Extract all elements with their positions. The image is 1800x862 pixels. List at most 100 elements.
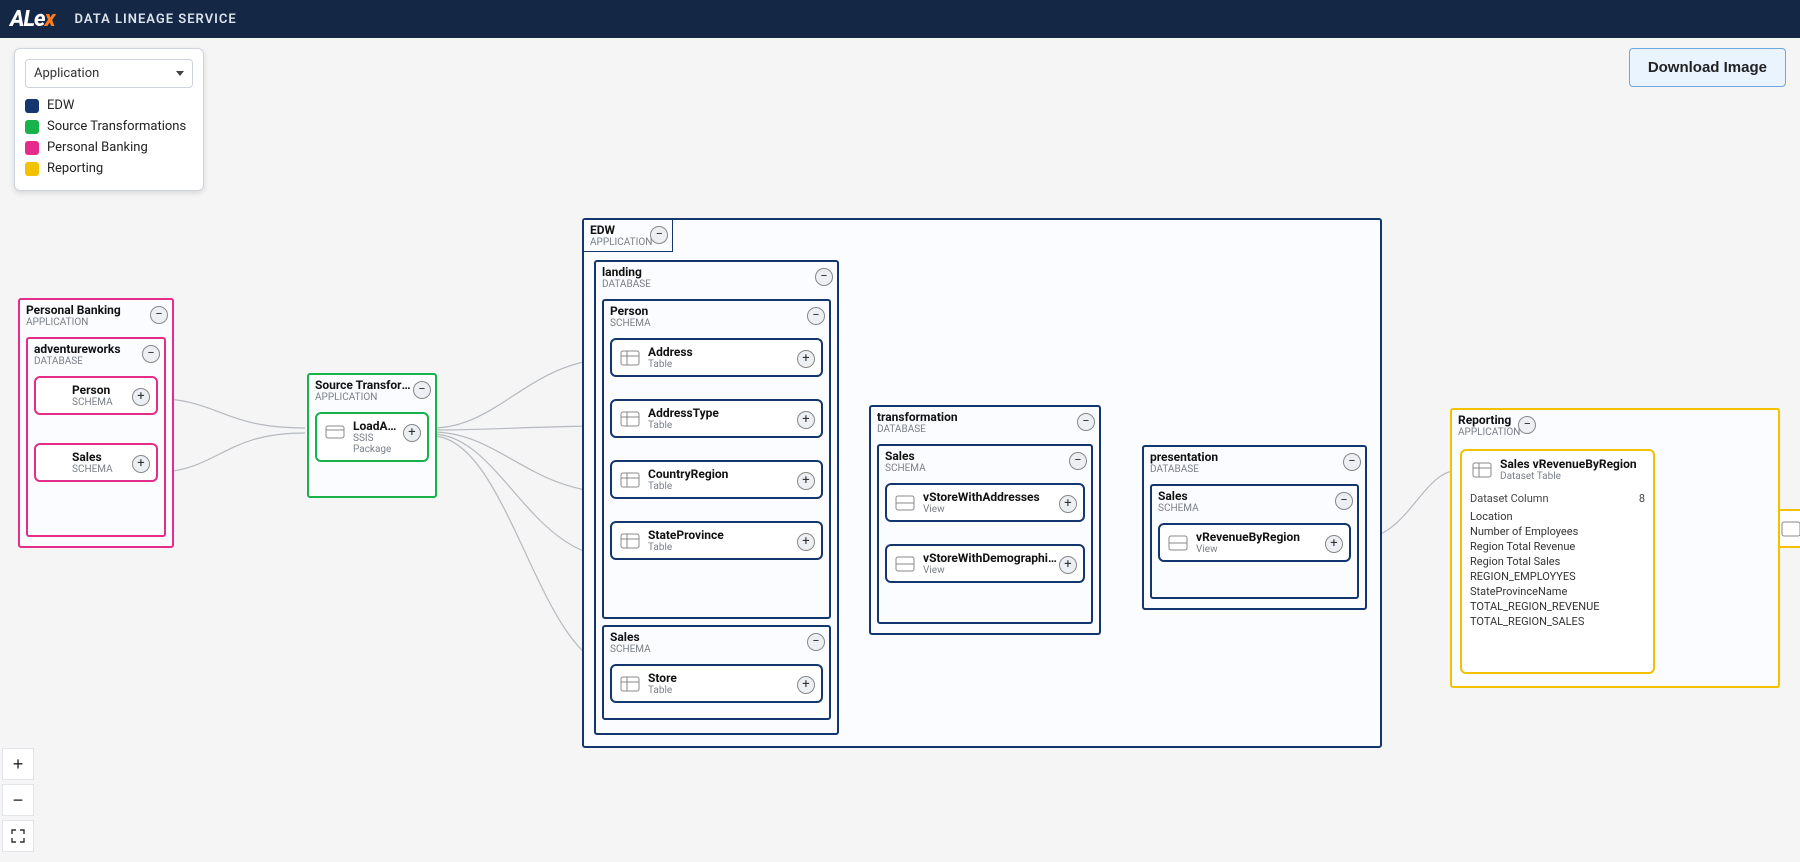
legend-item-personal-banking[interactable]: Personal Banking: [25, 140, 193, 155]
dropdown-label: Application: [34, 66, 99, 81]
leaf-title: LoadAdventureWo…: [353, 419, 403, 433]
leaf-type: Table: [648, 542, 797, 553]
chevron-down-icon: [176, 71, 184, 76]
node-personal-banking[interactable]: Personal BankingAPPLICATION− adventurewo…: [18, 298, 174, 548]
node-type: APPLICATION: [1458, 427, 1520, 438]
node-vrevenuebyregion[interactable]: vRevenueByRegionView+: [1158, 523, 1351, 562]
node-title: Sales: [1158, 489, 1337, 503]
zoom-in-button[interactable]: +: [2, 748, 34, 780]
collapse-icon[interactable]: −: [1335, 492, 1353, 510]
view-icon: [893, 491, 917, 515]
zoom-controls: + −: [2, 744, 34, 852]
collapse-icon[interactable]: −: [815, 268, 833, 286]
node-countryregion[interactable]: CountryRegionTable+: [610, 460, 823, 499]
expand-icon[interactable]: +: [403, 424, 421, 442]
leaf-title: StateProvince: [648, 528, 797, 542]
node-presentation[interactable]: presentationDATABASE− SalesSCHEMA− vReve…: [1142, 445, 1367, 610]
column-item[interactable]: Region Total Sales: [1470, 554, 1645, 569]
leaf-title: vStoreWithDemographics: [923, 551, 1059, 565]
collapse-icon[interactable]: −: [1343, 453, 1361, 471]
node-address[interactable]: AddressTable+: [610, 338, 823, 377]
node-sales-vrevenuebyregion-detail[interactable]: Sales vRevenueByRegion Dataset Table Dat…: [1460, 449, 1655, 674]
collapse-icon[interactable]: −: [807, 633, 825, 651]
node-reporting[interactable]: ReportingAPPLICATION− Sales vRevenueByRe…: [1450, 408, 1780, 688]
node-adventureworks[interactable]: adventureworksDATABASE− Person SCHEMA + …: [26, 337, 166, 537]
zoom-out-button[interactable]: −: [2, 784, 34, 816]
swatch-icon: [25, 162, 39, 176]
leaf-type: Table: [648, 685, 797, 696]
expand-icon[interactable]: +: [797, 350, 815, 368]
node-stateprovince[interactable]: StateProvinceTable+: [610, 521, 823, 560]
collapse-icon[interactable]: −: [150, 306, 168, 324]
legend-item-edw[interactable]: EDW: [25, 98, 193, 113]
node-type: DATABASE: [602, 279, 817, 290]
dataset-icon: [1470, 458, 1494, 482]
column-item[interactable]: StateProvinceName: [1470, 584, 1645, 599]
collapse-icon[interactable]: −: [1077, 413, 1095, 431]
leaf-title: vStoreWithAddresses: [923, 490, 1059, 504]
swatch-icon: [25, 141, 39, 155]
node-addresstype[interactable]: AddressTypeTable+: [610, 399, 823, 438]
node-store[interactable]: StoreTable+: [610, 664, 823, 703]
column-item[interactable]: Number of Employees: [1470, 524, 1645, 539]
column-item[interactable]: Region Total Revenue: [1470, 539, 1645, 554]
node-edw[interactable]: EDWAPPLICATION− landingDATABASE− PersonS…: [582, 218, 1382, 748]
legend-item-reporting[interactable]: Reporting: [25, 161, 193, 176]
node-landing-sales[interactable]: SalesSCHEMA− StoreTable+: [602, 625, 831, 720]
table-icon: [618, 672, 642, 696]
expand-icon[interactable]: +: [1059, 495, 1077, 513]
collapse-icon[interactable]: −: [1069, 452, 1087, 470]
leaf-type: View: [923, 504, 1059, 515]
node-pb-person[interactable]: Person SCHEMA +: [34, 376, 158, 415]
column-item[interactable]: Location: [1470, 509, 1645, 524]
expand-icon[interactable]: +: [132, 455, 150, 473]
node-load-adventureworks[interactable]: LoadAdventureWo… SSIS Package +: [315, 412, 429, 462]
node-vstorewithaddresses[interactable]: vStoreWithAddressesView+: [885, 483, 1085, 522]
app-title: DATA LINEAGE SERVICE: [75, 12, 237, 27]
node-vstorewithdemographics[interactable]: vStoreWithDemographicsView+: [885, 544, 1085, 583]
node-landing-person[interactable]: PersonSCHEMA− AddressTable+ AddressTypeT…: [602, 299, 831, 619]
node-trans-sales[interactable]: SalesSCHEMA− vStoreWithAddressesView+ vS…: [877, 444, 1093, 624]
group-by-dropdown[interactable]: Application: [25, 59, 193, 88]
leaf-title: Address: [648, 345, 797, 359]
column-item[interactable]: TOTAL_REGION_SALES: [1470, 614, 1645, 629]
node-landing[interactable]: landingDATABASE− PersonSCHEMA− AddressTa…: [594, 260, 839, 735]
leaf-type: View: [1196, 544, 1325, 555]
legend-item-source-transformations[interactable]: Source Transformations: [25, 119, 193, 134]
legend-panel: Application EDW Source Transformations P…: [14, 48, 204, 191]
node-source-transformations[interactable]: Source Transform…APPLICATION− LoadAdvent…: [307, 373, 437, 498]
detail-type: Dataset Table: [1500, 471, 1637, 482]
collapse-icon[interactable]: −: [650, 226, 668, 244]
visual-icon: [1779, 517, 1800, 541]
node-title: Reporting: [1458, 413, 1520, 427]
column-list: Location Number of Employees Region Tota…: [1470, 509, 1645, 629]
column-item[interactable]: REGION_EMPLOYYES: [1470, 569, 1645, 584]
collapse-icon[interactable]: −: [413, 381, 431, 399]
node-transformation[interactable]: transformationDATABASE− SalesSCHEMA− vSt…: [869, 405, 1101, 635]
column-item[interactable]: TOTAL_REGION_REVENUE: [1470, 599, 1645, 614]
node-title: Source Transform…: [315, 378, 415, 392]
detail-title: Sales vRevenueByRegion: [1500, 457, 1637, 471]
legend-label: Reporting: [47, 161, 103, 176]
expand-icon[interactable]: +: [132, 388, 150, 406]
leaf-type: SCHEMA: [72, 464, 132, 475]
expand-icon[interactable]: +: [1325, 535, 1343, 553]
lineage-canvas[interactable]: Application EDW Source Transformations P…: [0, 38, 1800, 862]
download-image-button[interactable]: Download Image: [1629, 48, 1786, 87]
swatch-icon: [25, 99, 39, 113]
collapse-icon[interactable]: −: [1518, 416, 1536, 434]
logo: ALex: [10, 7, 55, 32]
node-pres-sales[interactable]: SalesSCHEMA− vRevenueByRegionView+: [1150, 484, 1359, 599]
collapse-icon[interactable]: −: [807, 307, 825, 325]
zoom-fit-button[interactable]: [2, 820, 34, 852]
node-pb-sales[interactable]: Sales SCHEMA +: [34, 443, 158, 482]
leaf-type: View: [923, 565, 1059, 576]
leaf-type: Table: [648, 359, 797, 370]
expand-icon[interactable]: +: [797, 472, 815, 490]
expand-icon[interactable]: +: [797, 533, 815, 551]
node-type: SCHEMA: [1158, 503, 1337, 514]
expand-icon[interactable]: +: [797, 411, 815, 429]
expand-icon[interactable]: +: [1059, 556, 1077, 574]
expand-icon[interactable]: +: [797, 676, 815, 694]
collapse-icon[interactable]: −: [142, 345, 160, 363]
